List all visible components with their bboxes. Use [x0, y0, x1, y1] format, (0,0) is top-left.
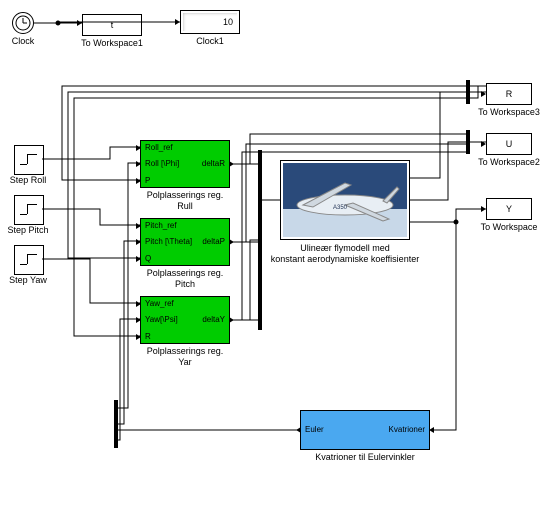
reg-roll-block[interactable]: Roll_ref Roll [\Phi] P deltaR — [140, 140, 230, 188]
demux-u[interactable] — [466, 130, 470, 154]
reg-pitch-in2: Pitch [\Theta] — [145, 237, 192, 246]
step-yaw-label: Step Yaw — [6, 275, 50, 285]
reg-pitch-label2: Pitch — [140, 279, 230, 289]
demux-r[interactable] — [466, 80, 470, 104]
reg-pitch-out: deltaP — [202, 237, 225, 246]
to-workspace1-label: To Workspace1 — [74, 38, 150, 48]
to-workspace3-label: To Workspace3 — [472, 107, 545, 117]
to-workspace2-block[interactable]: U — [486, 133, 532, 155]
reg-pitch-block[interactable]: Pitch_ref Pitch [\Theta] Q deltaP — [140, 218, 230, 266]
to-workspace1-block[interactable]: t — [82, 14, 142, 36]
reg-roll-label2: Rull — [140, 201, 230, 211]
demux-euler[interactable] — [114, 400, 118, 448]
reg-yaw-label2: Yar — [140, 357, 230, 367]
flymodel-block[interactable]: A350 — [280, 160, 410, 240]
step-pitch-label: Step Pitch — [4, 225, 52, 235]
reg-yaw-label1: Polplasserings reg. — [140, 346, 230, 356]
reg-roll-in3: P — [145, 176, 150, 185]
reg-pitch-label1: Polplasserings reg. — [140, 268, 230, 278]
step-roll-label: Step Roll — [6, 175, 50, 185]
step-roll-block[interactable] — [14, 145, 44, 175]
to-workspace3-block[interactable]: R — [486, 83, 532, 105]
to-workspace2-label: To Workspace2 — [472, 157, 545, 167]
reg-pitch-in3: Q — [145, 254, 151, 263]
mux-block[interactable] — [258, 150, 262, 330]
reg-roll-in1: Roll_ref — [145, 143, 173, 152]
to-workspace2-var: U — [506, 139, 513, 149]
reg-yaw-in2: Yaw[\Psi] — [145, 315, 178, 324]
clock1-value: 10 — [223, 17, 233, 27]
svg-text:A350: A350 — [333, 205, 348, 211]
clock1-block[interactable]: 10 — [180, 10, 240, 34]
reg-yaw-in1: Yaw_ref — [145, 299, 174, 308]
reg-pitch-in1: Pitch_ref — [145, 221, 177, 230]
to-workspace1-var: t — [111, 20, 114, 30]
flymodel-label1: Ulineær flymodell med — [268, 243, 422, 253]
clock1-label: Clock1 — [190, 36, 230, 46]
reg-yaw-block[interactable]: Yaw_ref Yaw[\Psi] R deltaY — [140, 296, 230, 344]
step-yaw-block[interactable] — [14, 245, 44, 275]
euler-out: Euler — [305, 425, 324, 434]
clock-label: Clock — [6, 36, 40, 46]
euler-label: Kvatrioner til Eulervinkler — [300, 452, 430, 462]
to-workspace-var: Y — [506, 204, 512, 214]
to-workspace-label: To Workspace — [476, 222, 542, 232]
reg-yaw-in3: R — [145, 332, 151, 341]
reg-roll-label1: Polplasserings reg. — [140, 190, 230, 200]
flymodel-label2: konstant aerodynamiske koeffisienter — [258, 254, 432, 264]
reg-roll-in2: Roll [\Phi] — [145, 159, 179, 168]
clock-source[interactable] — [12, 12, 34, 34]
reg-roll-out: deltaR — [202, 159, 225, 168]
to-workspace3-var: R — [506, 89, 513, 99]
step-pitch-block[interactable] — [14, 195, 44, 225]
euler-in: Kvatrioner — [389, 425, 425, 434]
reg-yaw-out: deltaY — [202, 315, 225, 324]
euler-block[interactable]: Kvatrioner Euler — [300, 410, 430, 450]
to-workspace-block[interactable]: Y — [486, 198, 532, 220]
